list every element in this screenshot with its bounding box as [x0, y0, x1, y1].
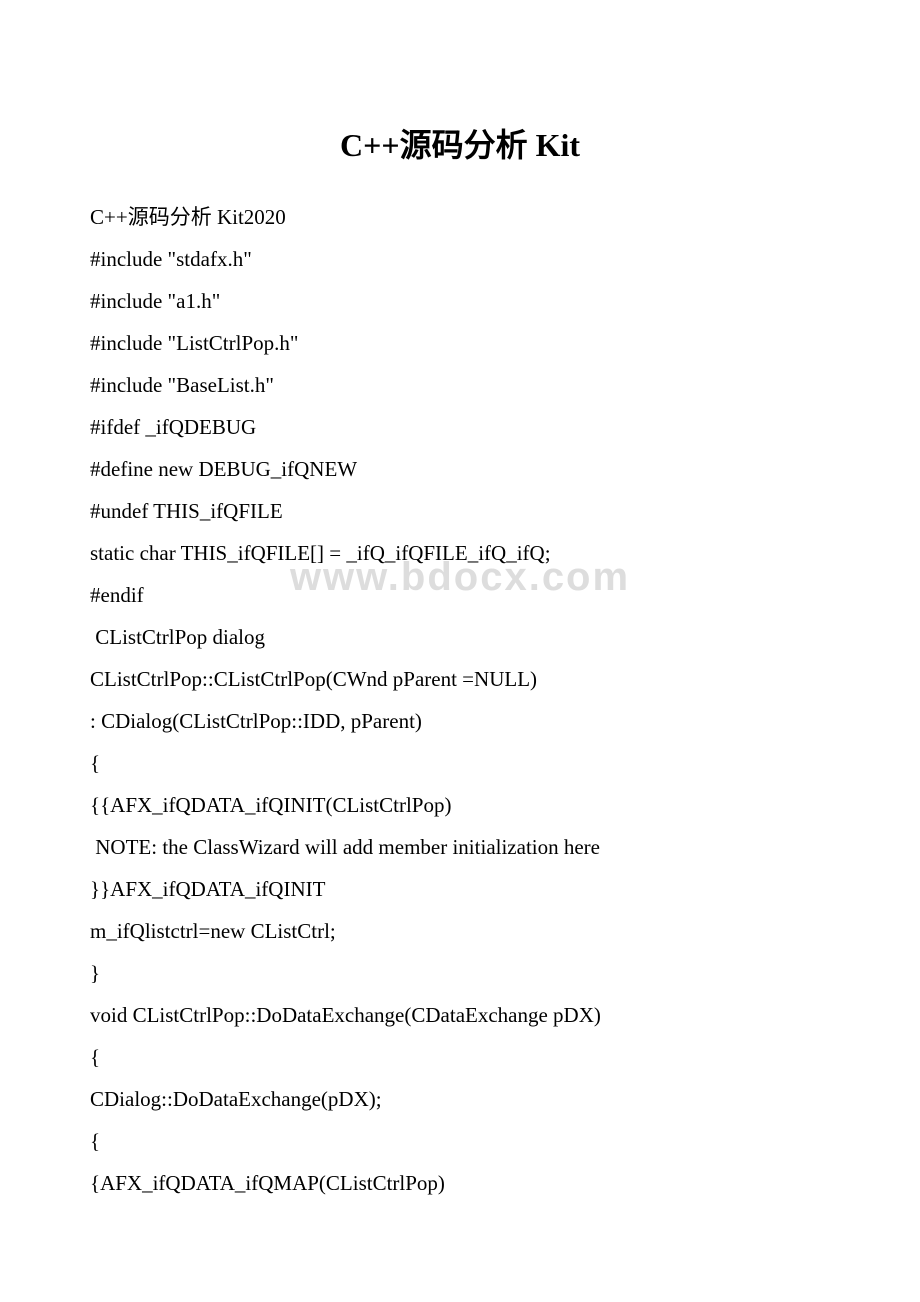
code-line: {AFX_ifQDATA_ifQMAP(CListCtrlPop): [90, 1162, 830, 1204]
code-line: C++源码分析 Kit2020: [90, 196, 830, 238]
document-title: C++源码分析 Kit: [90, 120, 830, 166]
code-line: #undef THIS_ifQFILE: [90, 490, 830, 532]
code-line: #include "a1.h": [90, 280, 830, 322]
code-line: {{AFX_ifQDATA_ifQINIT(CListCtrlPop): [90, 784, 830, 826]
code-line: CDialog::DoDataExchange(pDX);: [90, 1078, 830, 1120]
code-line: #include "BaseList.h": [90, 364, 830, 406]
code-line: static char THIS_ifQFILE[] = _ifQ_ifQFIL…: [90, 532, 830, 574]
code-line: m_ifQlistctrl=new CListCtrl;: [90, 910, 830, 952]
code-line: #define new DEBUG_ifQNEW: [90, 448, 830, 490]
code-line: }}AFX_ifQDATA_ifQINIT: [90, 868, 830, 910]
code-line: #include "ListCtrlPop.h": [90, 322, 830, 364]
code-line: #ifdef _ifQDEBUG: [90, 406, 830, 448]
code-line: CListCtrlPop dialog: [90, 616, 830, 658]
code-line: {: [90, 1036, 830, 1078]
code-line: NOTE: the ClassWizard will add member in…: [90, 826, 830, 868]
code-line: #include "stdafx.h": [90, 238, 830, 280]
code-line: CListCtrlPop::CListCtrlPop(CWnd pParent …: [90, 658, 830, 700]
code-line: #endif: [90, 574, 830, 616]
code-line: void CListCtrlPop::DoDataExchange(CDataE…: [90, 994, 830, 1036]
code-line: }: [90, 952, 830, 994]
document-content: C++源码分析 Kit C++源码分析 Kit2020 #include "st…: [90, 120, 830, 1204]
code-line: {: [90, 1120, 830, 1162]
code-line: : CDialog(CListCtrlPop::IDD, pParent): [90, 700, 830, 742]
code-line: {: [90, 742, 830, 784]
